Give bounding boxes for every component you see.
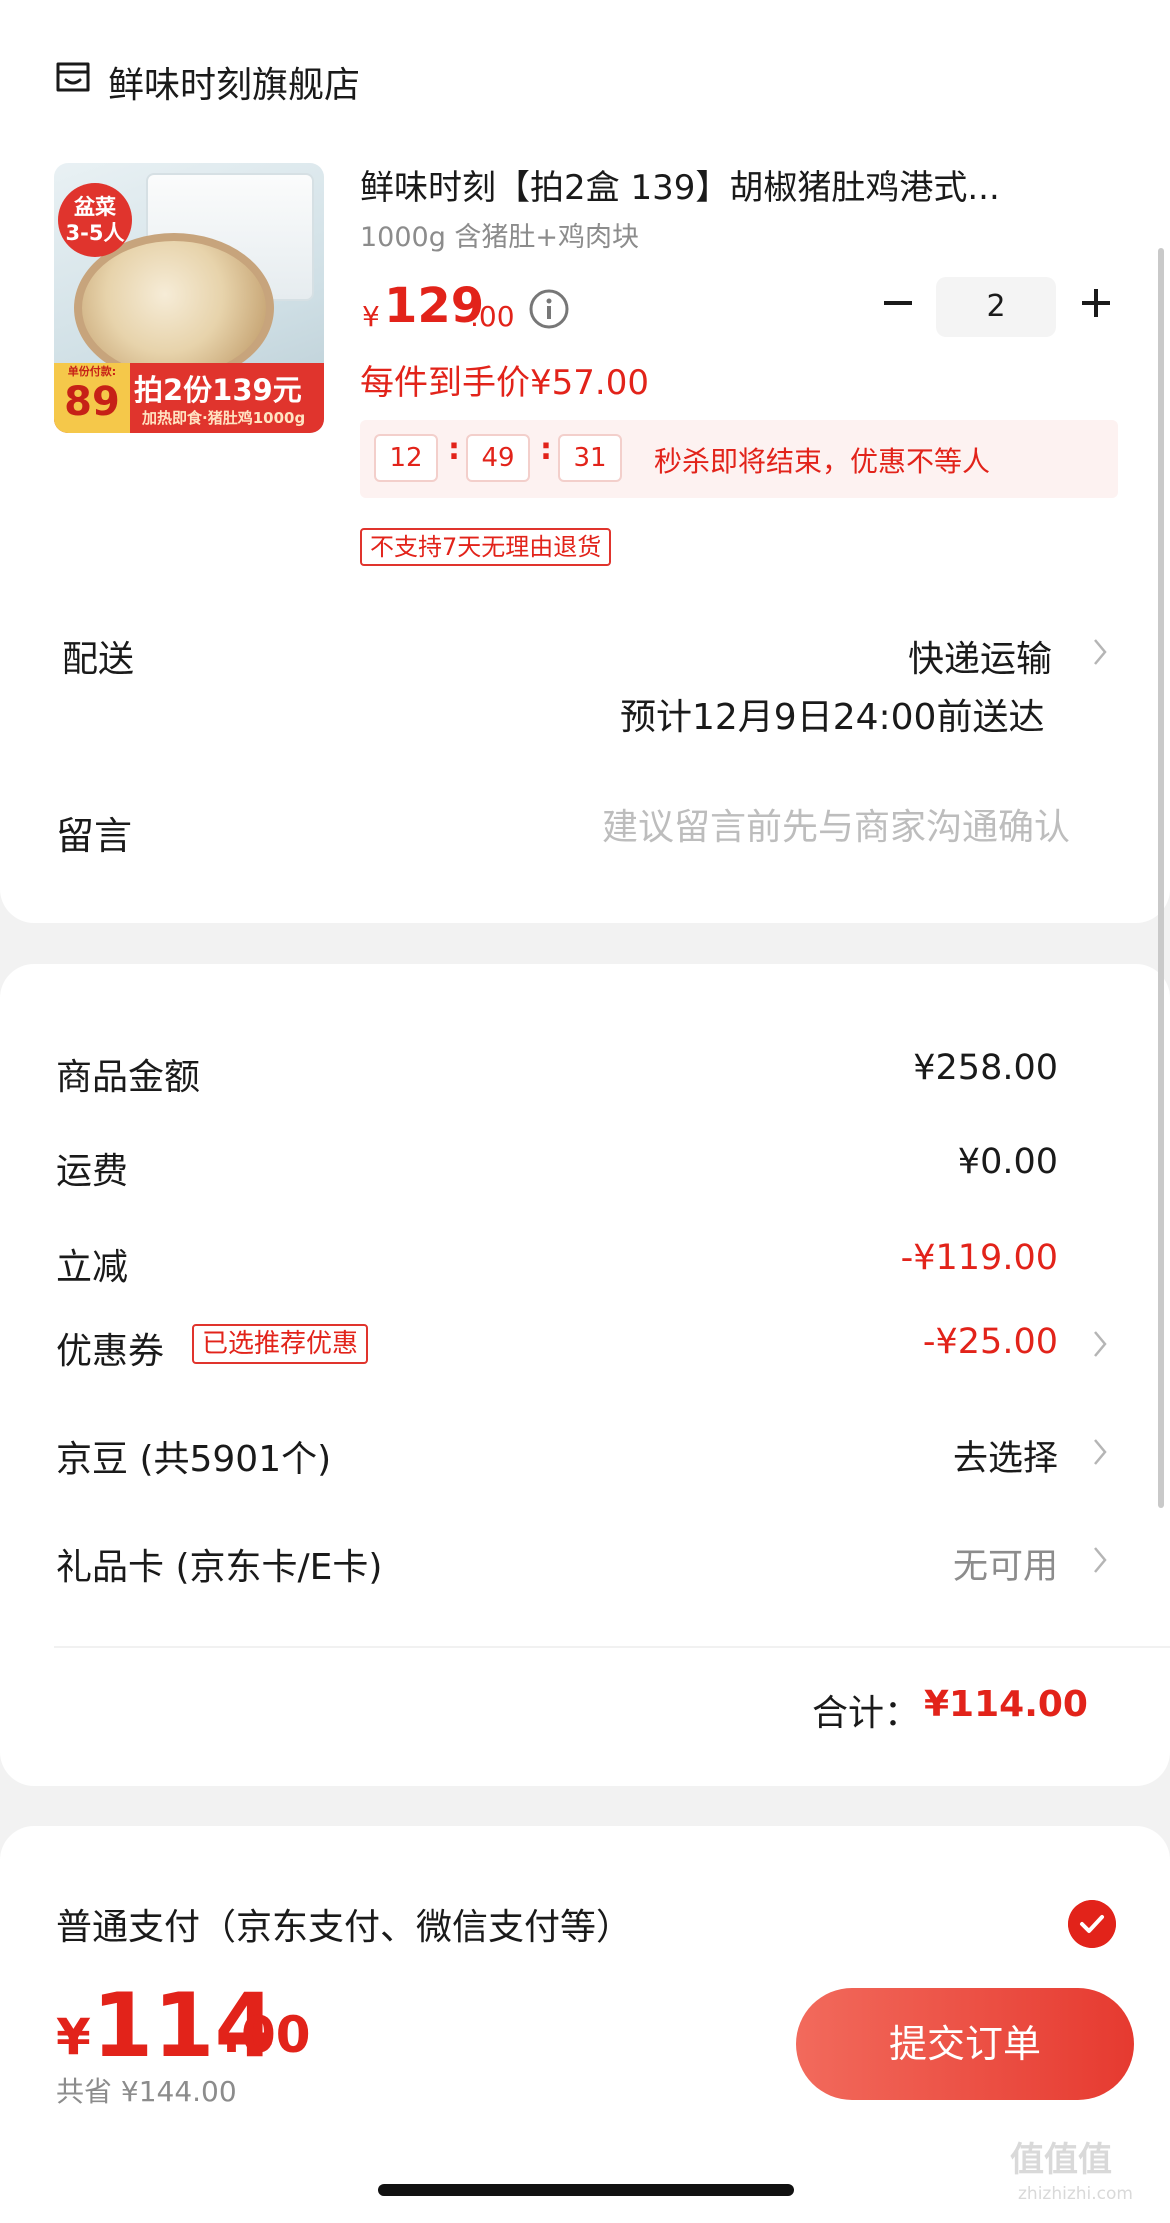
shipping-method[interactable]: 快递运输	[908, 630, 1052, 682]
home-indicator[interactable]	[378, 2184, 794, 2196]
chevron-right-icon[interactable]	[1090, 1542, 1110, 1578]
row-goods-amount-value: ¥258.00	[913, 1048, 1058, 1088]
row-coupon-value[interactable]: -¥25.00	[758, 1322, 1058, 1362]
message-input[interactable]	[540, 802, 1070, 852]
row-jingdou-value[interactable]: 去选择	[758, 1430, 1058, 1481]
product-spec: 1000g 含猪肚+鸡肉块	[360, 222, 640, 253]
store-name[interactable]: 鲜味时刻旗舰店	[108, 56, 360, 108]
message-label: 留言	[56, 814, 133, 858]
saved-amount: 共省 ¥144.00	[56, 2075, 237, 2108]
row-discount-value: -¥119.00	[900, 1238, 1058, 1278]
no-return-tag: 不支持7天无理由退货	[360, 528, 612, 566]
total-label: 合计：	[812, 1693, 921, 1734]
product-card: 鲜味时刻旗舰店 盆菜 3-5人 单份付款: 89 拍2份139元 加热即食·猪肚鸡…	[0, 0, 1170, 923]
row-giftcard-value[interactable]: 无可用	[758, 1538, 1058, 1589]
row-jingdou-label: 京豆 (共5901个)	[56, 1439, 332, 1480]
row-discount-label: 立减	[56, 1247, 129, 1288]
watermark: 值值值	[1010, 2140, 1112, 2180]
row-shipping-fee-label: 运费	[56, 1151, 129, 1192]
payment-method-label[interactable]: 普通支付（京东支付、微信支付等）	[56, 1898, 632, 1950]
countdown-seconds: 31	[558, 434, 622, 482]
total-value: ¥114.00	[924, 1684, 1088, 1725]
scrollbar[interactable]	[1158, 248, 1164, 1508]
price-currency: ¥	[362, 300, 380, 333]
countdown-separator: :	[540, 432, 552, 467]
chevron-right-icon[interactable]	[1090, 634, 1110, 670]
quantity-plus-button[interactable]	[1078, 285, 1114, 321]
shipping-label: 配送	[62, 639, 135, 680]
submit-order-button[interactable]: 提交订单	[796, 1988, 1134, 2100]
row-goods-amount-label: 商品金额	[56, 1057, 201, 1098]
countdown-minutes: 49	[466, 434, 530, 482]
flash-sale-text: 秒杀即将结束，优惠不等人	[654, 445, 991, 478]
countdown-separator: :	[448, 432, 460, 467]
flash-sale-bar: 12 : 49 : 31 秒杀即将结束，优惠不等人	[360, 420, 1118, 498]
image-unit-price-tag: 单份付款: 89	[54, 363, 130, 433]
store-icon	[56, 62, 90, 92]
checkout-bar: ¥ 114 .00 共省 ¥144.00 提交订单 值值值 zhizhizhi.…	[0, 1962, 1170, 2223]
chevron-right-icon[interactable]	[1090, 1434, 1110, 1470]
image-promo-sub: 加热即食·猪肚鸡1000g	[142, 409, 306, 427]
price-decimal: .00	[470, 300, 515, 333]
checkout-total-decimal: .00	[222, 2006, 311, 2064]
image-promo-band: 单份付款: 89 拍2份139元 加热即食·猪肚鸡1000g	[54, 363, 324, 433]
image-badge-servings: 盆菜 3-5人	[58, 183, 132, 257]
price-summary-card: 商品金额 ¥258.00 运费 ¥0.00 立减 -¥119.00 优惠券 已选…	[0, 964, 1170, 1786]
divider	[54, 1646, 1170, 1648]
coupon-selected-tag: 已选推荐优惠	[192, 1324, 369, 1364]
row-giftcard-label: 礼品卡 (京东卡/E卡)	[56, 1547, 383, 1588]
chevron-right-icon[interactable]	[1090, 1326, 1110, 1362]
info-icon[interactable]	[528, 288, 570, 330]
watermark-url: zhizhizhi.com	[1018, 2184, 1133, 2204]
product-title[interactable]: 鲜味时刻【拍2盒 139】胡椒猪肚鸡港式...	[360, 160, 1120, 209]
product-image[interactable]: 盆菜 3-5人 单份付款: 89 拍2份139元 加热即食·猪肚鸡1000g	[54, 163, 324, 433]
checkout-currency: ¥	[56, 2008, 91, 2066]
image-promo-main: 拍2份139元	[134, 373, 302, 407]
shipping-eta: 预计12月9日24:00前送达	[620, 697, 1045, 738]
unit-price-text: 每件到手价¥57.00	[360, 363, 649, 403]
countdown-hours: 12	[374, 434, 438, 482]
row-shipping-fee-value: ¥0.00	[957, 1142, 1058, 1182]
quantity-input[interactable]: 2	[936, 277, 1056, 337]
check-icon[interactable]	[1068, 1900, 1116, 1948]
quantity-minus-button[interactable]	[880, 285, 916, 321]
row-coupon-label: 优惠券	[56, 1331, 165, 1372]
